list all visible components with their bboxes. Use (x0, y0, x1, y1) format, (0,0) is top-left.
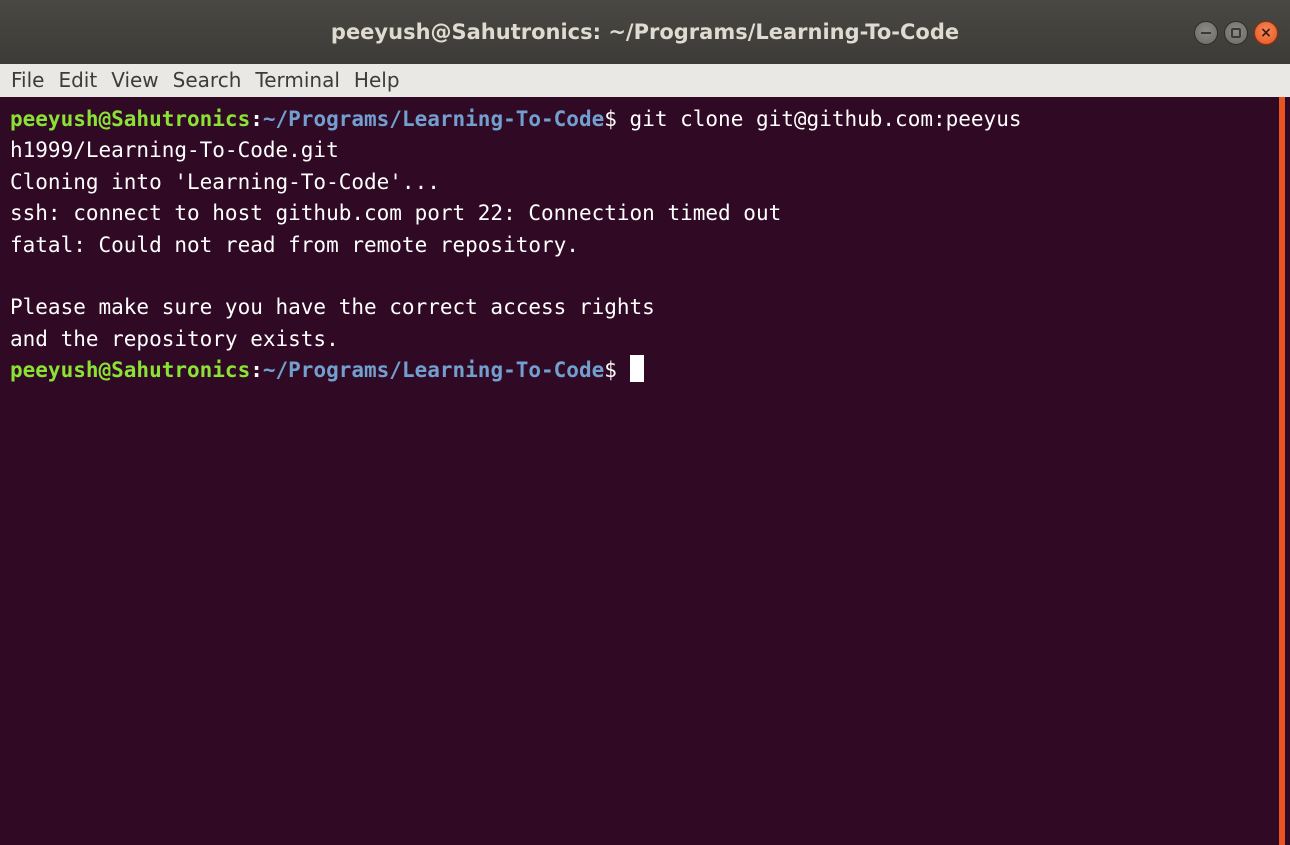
menu-bar: File Edit View Search Terminal Help (0, 64, 1290, 97)
prompt-dollar: $ (604, 107, 630, 131)
window-title: peeyush@Sahutronics: ~/Programs/Learning… (330, 20, 960, 44)
scrollbar-thumb[interactable] (1279, 97, 1285, 845)
title-bar[interactable]: peeyush@Sahutronics: ~/Programs/Learning… (0, 0, 1290, 64)
prompt-colon: : (250, 107, 263, 131)
prompt-user-host: peeyush@Sahutronics (10, 358, 251, 383)
prompt-path: ~/Programs/Learning-To-Code (262, 107, 605, 131)
prompt-path: ~/Programs/Learning-To-Code (262, 358, 605, 383)
scrollbar[interactable] (1278, 97, 1290, 845)
output-line: fatal: Could not read from remote reposi… (10, 232, 579, 257)
menu-edit[interactable]: Edit (51, 64, 104, 97)
output-line: ssh: connect to host github.com port 22:… (10, 201, 782, 226)
command-line: peeyush@Sahutronics:~/Programs/Learning-… (10, 104, 1278, 135)
prompt-colon: : (250, 358, 263, 383)
active-prompt-line: peeyush@Sahutronics:~/Programs/Learning-… (10, 355, 1278, 386)
minimize-icon (1201, 32, 1211, 34)
prompt-user-host: peeyush@Sahutronics (10, 107, 251, 131)
menu-file[interactable]: File (4, 64, 51, 97)
menu-search[interactable]: Search (166, 64, 249, 97)
terminal-window: peeyush@Sahutronics: ~/Programs/Learning… (0, 0, 1290, 845)
output-line: Cloning into 'Learning-To-Code'... (10, 169, 440, 194)
menu-view[interactable]: View (104, 64, 165, 97)
command-text: git clone git@github.com:peeyus (629, 107, 1022, 131)
close-button[interactable]: × (1254, 21, 1278, 45)
menu-terminal[interactable]: Terminal (248, 64, 347, 97)
menu-help[interactable]: Help (347, 64, 407, 97)
maximize-icon (1231, 28, 1241, 38)
close-icon: × (1260, 25, 1272, 41)
minimize-button[interactable] (1194, 21, 1218, 45)
terminal-output[interactable]: peeyush@Sahutronics:~/Programs/Learning-… (0, 97, 1278, 845)
output-line: and the repository exists. (10, 326, 339, 351)
output-line: Please make sure you have the correct ac… (10, 295, 655, 320)
text-cursor (629, 355, 644, 383)
prompt-dollar: $ (604, 358, 630, 383)
maximize-button[interactable] (1224, 21, 1248, 45)
window-controls: × (1188, 20, 1278, 46)
command-wrap-line: h1999/Learning-To-Code.git (10, 138, 339, 163)
